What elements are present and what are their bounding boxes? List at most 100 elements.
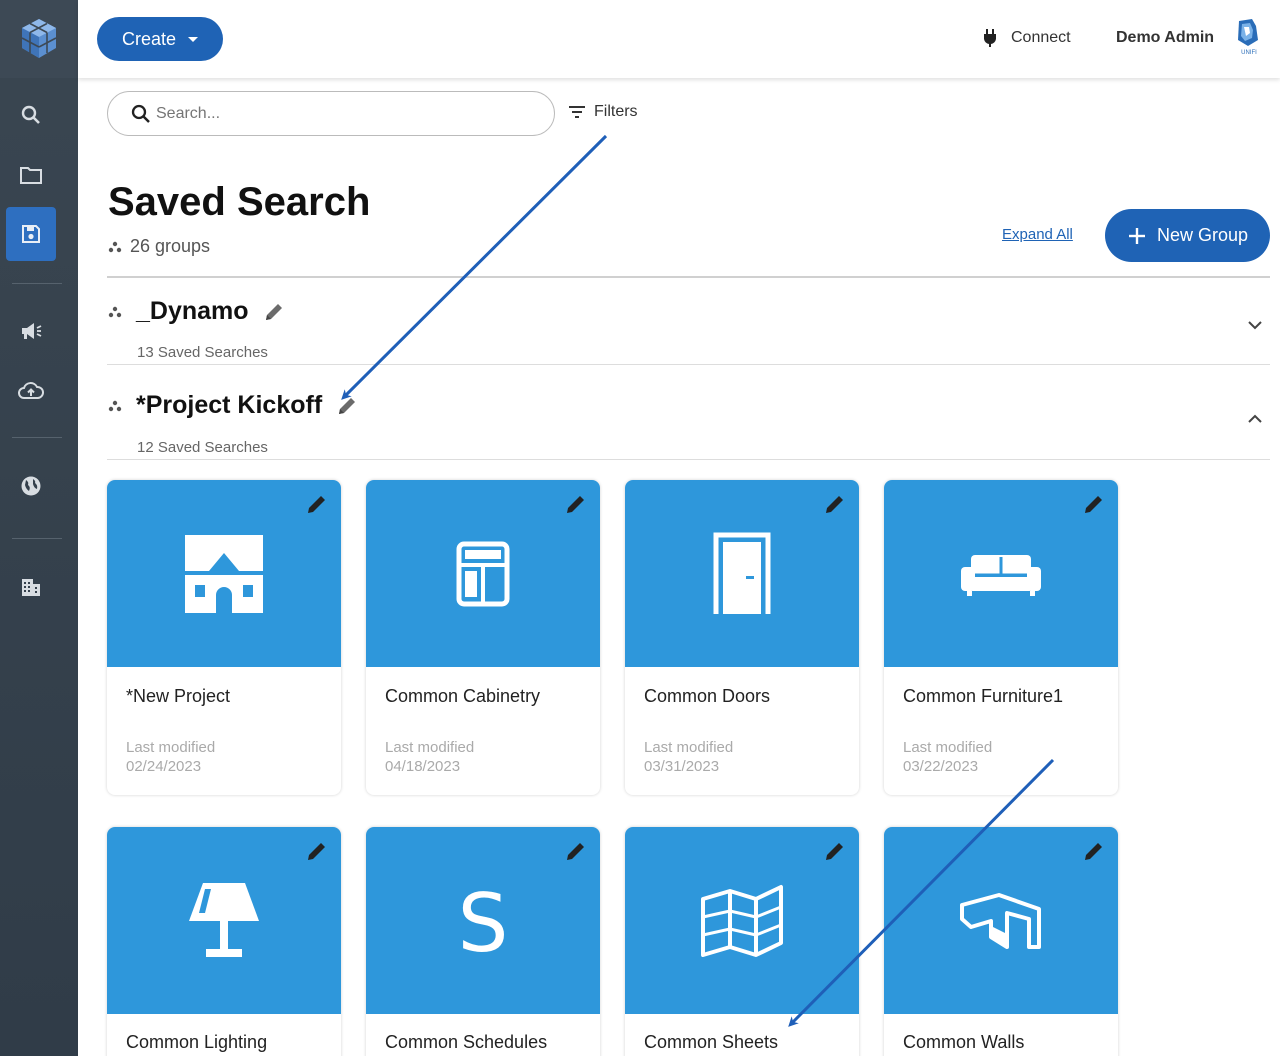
plus-icon [1128, 227, 1145, 244]
group-subtitle: 12 Saved Searches [137, 439, 268, 456]
new-group-button[interactable]: New Group [1105, 209, 1270, 262]
sidebar-divider [12, 437, 62, 438]
caret-down-icon [188, 36, 199, 42]
user-name[interactable]: Demo Admin [1116, 29, 1214, 47]
card-modified-date: 04/18/2023 [385, 758, 461, 775]
card-modified-label: Last modified [644, 739, 734, 756]
card-title: Common Furniture1 [903, 686, 1064, 706]
annotation-arrow [341, 134, 608, 400]
building-icon [22, 579, 40, 596]
sidebar-building-button[interactable] [6, 560, 56, 614]
chevron-up-icon[interactable] [1246, 410, 1264, 428]
plug-icon [984, 29, 996, 47]
search-icon [21, 105, 40, 124]
pencil-icon[interactable] [305, 839, 329, 863]
folder-icon [20, 167, 42, 184]
pencil-icon[interactable] [823, 492, 847, 516]
card-title: Common Cabinetry [385, 686, 541, 706]
group-name: _Dynamo [136, 297, 249, 325]
saved-search-card[interactable]: *New Project Last modified 02/24/2023 [107, 480, 341, 795]
megaphone-icon [22, 323, 42, 339]
pencil-icon[interactable] [564, 492, 588, 516]
card-title: Common Sheets [644, 1032, 779, 1052]
saved-search-card[interactable]: S Common Schedules [366, 827, 600, 1056]
pencil-icon[interactable] [263, 301, 285, 323]
sofa-icon [961, 554, 1041, 596]
pencil-icon[interactable] [564, 839, 588, 863]
svg-text:UNIFI: UNIFI [1241, 50, 1257, 56]
sidebar-divider [12, 283, 62, 284]
chevron-down-icon[interactable] [1246, 316, 1264, 334]
saved-search-card[interactable]: Common Lighting [107, 827, 341, 1056]
create-button[interactable]: Create [97, 17, 223, 61]
sidebar-divider [12, 538, 62, 539]
saved-search-card[interactable]: Common Doors Last modified 03/31/2023 [625, 480, 859, 795]
group-dots-icon [108, 306, 122, 318]
new-group-label: New Group [1156, 225, 1249, 245]
group-name: *Project Kickoff [136, 391, 323, 419]
card-title: Common Doors [644, 686, 771, 706]
header-divider [107, 276, 1270, 278]
sidebar-saved-search-button[interactable] [6, 207, 56, 261]
search-bar[interactable] [107, 91, 555, 136]
card-title: Common Walls [903, 1032, 1025, 1052]
saved-search-card[interactable]: Common Walls [884, 827, 1118, 1056]
top-bar: Create Connect Demo Admin UNIFI [78, 0, 1280, 78]
expand-all-link[interactable]: Expand All [1002, 226, 1073, 243]
sidebar-folder-button[interactable] [6, 148, 56, 202]
pencil-icon[interactable] [1082, 492, 1106, 516]
page-title: Saved Search [108, 180, 371, 224]
filters-label: Filters [594, 103, 638, 120]
connect-button[interactable]: Connect [983, 28, 1071, 48]
group-divider [107, 364, 1270, 365]
card-modified-date: 03/31/2023 [644, 758, 720, 775]
group-dots-icon [108, 400, 122, 412]
group-divider [107, 459, 1270, 460]
sidebar-announcements-button[interactable] [6, 304, 56, 358]
sidebar-upload-button[interactable] [6, 364, 56, 418]
svg-text:S: S [458, 883, 508, 959]
search-input[interactable] [156, 104, 536, 123]
search-icon [131, 104, 150, 123]
group-count-label: 26 groups [130, 236, 211, 256]
group-header-dynamo[interactable]: _Dynamo [136, 297, 285, 326]
group-dots-icon [108, 241, 122, 252]
pencil-icon[interactable] [1082, 839, 1106, 863]
pencil-icon[interactable] [305, 492, 329, 516]
card-modified-date: 02/24/2023 [126, 758, 202, 775]
card-modified-label: Last modified [385, 739, 475, 756]
pencil-icon[interactable] [336, 395, 358, 417]
connect-label: Connect [1011, 29, 1071, 46]
unifi-logo-icon: UNIFI [1238, 19, 1258, 56]
card-title: *New Project [126, 686, 231, 706]
group-count: 26 groups [108, 236, 210, 257]
map-sheets-icon [701, 884, 783, 957]
card-modified-date: 03/22/2023 [903, 758, 979, 775]
card-title: Common Schedules [385, 1032, 548, 1052]
app-root: Create Connect Demo Admin UNIFI Search..… [0, 0, 1280, 1056]
cube-logo-icon [21, 19, 57, 58]
sidebar-globe-button[interactable] [6, 459, 56, 513]
filters-button[interactable]: Filters [568, 103, 638, 121]
globe-icon [21, 476, 41, 496]
card-title: Common Lighting [126, 1032, 268, 1052]
saved-search-card[interactable]: Common Cabinetry Last modified 04/18/202… [366, 480, 600, 795]
filter-icon [569, 106, 585, 118]
schedule-s-icon: S [458, 883, 508, 959]
group-header-project-kickoff[interactable]: *Project Kickoff [136, 391, 358, 420]
pencil-icon[interactable] [823, 839, 847, 863]
group-subtitle: 13 Saved Searches [137, 344, 268, 361]
card-modified-label: Last modified [903, 739, 993, 756]
house-icon [185, 534, 263, 613]
sidebar-search-button[interactable] [6, 88, 56, 142]
card-modified-label: Last modified [126, 739, 216, 756]
cabinet-icon [456, 541, 510, 606]
saved-search-card[interactable]: Common Furniture1 Last modified 03/22/20… [884, 480, 1118, 795]
save-disk-icon [22, 225, 40, 243]
lamp-icon [189, 882, 259, 957]
org-logo[interactable]: UNIFI [1234, 18, 1264, 56]
app-logo[interactable] [0, 0, 78, 78]
sidebar [0, 0, 78, 1056]
create-button-label: Create [121, 28, 177, 49]
saved-search-card[interactable]: Common Sheets [625, 827, 859, 1056]
